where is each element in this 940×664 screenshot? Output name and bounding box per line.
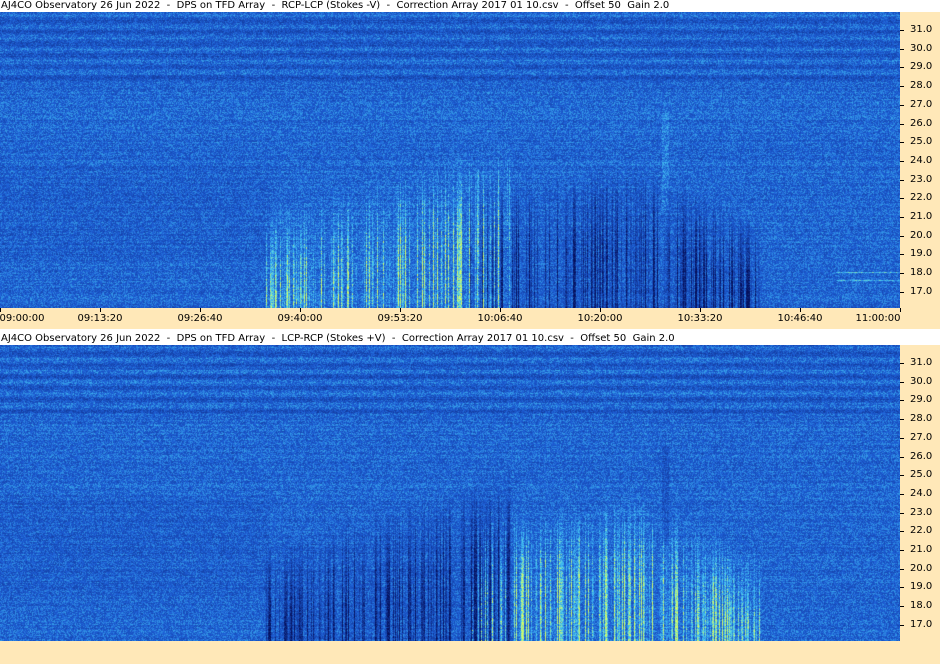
freq-tick-mark (900, 273, 904, 275)
bottom-axis-strip (0, 641, 940, 664)
freq-tick-label: 20.0 (910, 229, 933, 241)
freq-tick-label: 26.0 (910, 117, 933, 129)
freq-tick-label: 22.0 (910, 525, 933, 537)
spectrogram-canvas-1[interactable] (0, 12, 900, 308)
freq-tick-label: 21.0 (910, 544, 933, 555)
frequency-axis-1: 31.0 30.0 29.0 28.0 27.0 26.0 25.0 24.0 23.0 22.0… (900, 12, 940, 308)
freq-tick-mark (900, 512, 904, 514)
freq-tick-label: 30.0 (910, 375, 933, 387)
time-tick-label: 10:46:40 (777, 313, 823, 324)
freq-tick-label: 29.0 (910, 61, 933, 73)
freq-tick-mark (900, 606, 904, 608)
freq-tick-mark (900, 198, 904, 200)
freq-tick-label: 20.0 (910, 562, 933, 574)
time-tick-label: 09:40:00 (277, 313, 323, 324)
freq-tick-mark (900, 104, 904, 106)
freq-tick-label: 27.0 (910, 431, 933, 443)
freq-tick-label: 18.0 (910, 600, 933, 612)
time-tick-mark (600, 308, 601, 312)
freq-tick-label: 24.0 (910, 487, 933, 499)
time-tick-label: 11:00:00 (855, 313, 901, 324)
spectrogram-plot-2[interactable] (0, 345, 900, 641)
freq-tick-label: 27.0 (910, 98, 933, 110)
time-tick-label: 10:33:20 (677, 313, 723, 324)
freq-tick-mark (900, 179, 904, 181)
freq-tick-label: 28.0 (910, 80, 933, 92)
freq-tick-label: 22.0 (910, 192, 933, 204)
time-tick-mark (300, 308, 301, 312)
freq-tick-mark (900, 568, 904, 570)
freq-tick-label: 30.0 (910, 42, 933, 54)
time-tick-label: 09:00:00 (0, 313, 45, 324)
freq-tick-mark (900, 419, 904, 421)
time-tick-mark (0, 308, 1, 312)
time-tick-label: 09:13:20 (77, 313, 123, 324)
freq-tick-mark (900, 142, 904, 144)
freq-tick-label: 31.0 (910, 24, 933, 35)
freq-tick-mark (900, 493, 904, 495)
freq-tick-mark (900, 86, 904, 88)
time-tick-label: 10:20:00 (577, 313, 623, 324)
freq-tick-mark (900, 624, 904, 626)
freq-tick-label: 19.0 (910, 581, 933, 593)
freq-tick-mark (900, 475, 904, 477)
freq-tick-mark (900, 160, 904, 162)
freq-tick-mark (900, 400, 904, 402)
time-tick-mark (500, 308, 501, 312)
freq-tick-label: 31.0 (910, 357, 933, 368)
freq-tick-label: 23.0 (910, 173, 933, 185)
freq-tick-mark (900, 48, 904, 50)
time-axis: 09:00:00 09:13:20 09:26:40 09:40:00 09:53:20… (0, 308, 940, 329)
freq-tick-mark (900, 235, 904, 237)
freq-tick-label: 17.0 (910, 618, 933, 630)
panel-2-title: AJ4CO Observatory 26 Jun 2022 - DPS on T… (0, 333, 940, 345)
freq-tick-mark (900, 67, 904, 69)
time-tick-mark (200, 308, 201, 312)
time-tick-label: 10:06:40 (477, 313, 523, 324)
freq-tick-label: 23.0 (910, 506, 933, 518)
freq-tick-label: 29.0 (910, 394, 933, 406)
time-tick-mark (700, 308, 701, 312)
freq-tick-mark (900, 550, 904, 551)
freq-tick-label: 17.0 (910, 285, 933, 297)
time-tick-mark (100, 308, 101, 312)
spectrogram-canvas-2[interactable] (0, 345, 900, 641)
time-tick-label: 09:53:20 (377, 313, 423, 324)
freq-tick-mark (900, 30, 904, 31)
freq-tick-mark (900, 123, 904, 125)
freq-tick-label: 28.0 (910, 413, 933, 425)
spectrogram-plot-1[interactable] (0, 12, 900, 308)
freq-tick-label: 25.0 (910, 136, 933, 148)
freq-tick-mark (900, 381, 904, 383)
time-tick-mark (400, 308, 401, 312)
time-tick-mark (800, 308, 801, 312)
freq-tick-mark (900, 437, 904, 439)
freq-tick-mark (900, 217, 904, 218)
freq-tick-label: 18.0 (910, 267, 933, 279)
freq-tick-label: 24.0 (910, 154, 933, 166)
freq-tick-label: 19.0 (910, 248, 933, 260)
panel-1-title: AJ4CO Observatory 26 Jun 2022 - DPS on T… (0, 0, 940, 12)
freq-tick-mark (900, 291, 904, 293)
time-tick-label: 09:26:40 (177, 313, 223, 324)
time-tick-mark (900, 308, 901, 312)
freq-tick-mark (900, 363, 904, 364)
freq-tick-label: 25.0 (910, 469, 933, 481)
spectrogram-window: AJ4CO Observatory 26 Jun 2022 - DPS on T… (0, 0, 940, 664)
freq-tick-mark (900, 587, 904, 589)
freq-tick-mark (900, 531, 904, 533)
freq-tick-mark (900, 254, 904, 256)
freq-tick-label: 26.0 (910, 450, 933, 462)
frequency-axis-2: 31.0 30.0 29.0 28.0 27.0 26.0 25.0 24.0 23.0 22.0… (900, 345, 940, 641)
freq-tick-label: 21.0 (910, 211, 933, 222)
freq-tick-mark (900, 456, 904, 458)
